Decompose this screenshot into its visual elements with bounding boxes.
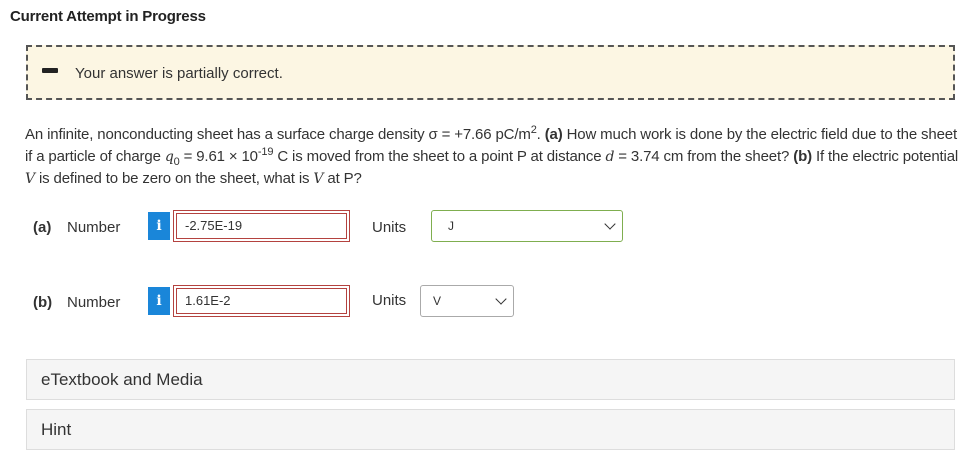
info-icon[interactable]: i (148, 287, 170, 315)
part-b-units-select[interactable]: V (420, 285, 514, 317)
part-b-units-value: V (433, 294, 442, 308)
part-a-units-label: Units (372, 219, 407, 236)
assignment-page: Current Attempt in Progress Your answer … (0, 0, 966, 455)
part-b-number-label: Number (67, 294, 121, 311)
part-a-units-value: J (448, 219, 454, 233)
part-a-answer-input[interactable]: -2.75E-19 (173, 210, 350, 242)
attempt-status-title: Current Attempt in Progress (10, 8, 206, 25)
chevron-down-icon (495, 293, 507, 305)
part-a-number-label: Number (67, 219, 121, 236)
part-b-label: (b) (33, 294, 53, 311)
part-b-answer-input[interactable]: 1.61E-2 (173, 285, 350, 317)
hint-panel[interactable]: Hint (26, 409, 955, 450)
info-icon[interactable]: i (148, 212, 170, 240)
feedback-box: Your answer is partially correct. (26, 45, 955, 100)
part-b-answer-value[interactable]: 1.61E-2 (176, 288, 347, 314)
etextbook-panel[interactable]: eTextbook and Media (26, 359, 955, 400)
minus-icon (42, 68, 58, 73)
feedback-message: Your answer is partially correct. (75, 65, 283, 82)
chevron-down-icon (604, 218, 616, 230)
question-text: An infinite, nonconducting sheet has a s… (25, 124, 959, 188)
part-b-units-label: Units (372, 292, 407, 309)
part-a-label: (a) (33, 219, 52, 236)
part-a-answer-value[interactable]: -2.75E-19 (176, 213, 347, 239)
part-a-units-select[interactable]: J (431, 210, 623, 242)
